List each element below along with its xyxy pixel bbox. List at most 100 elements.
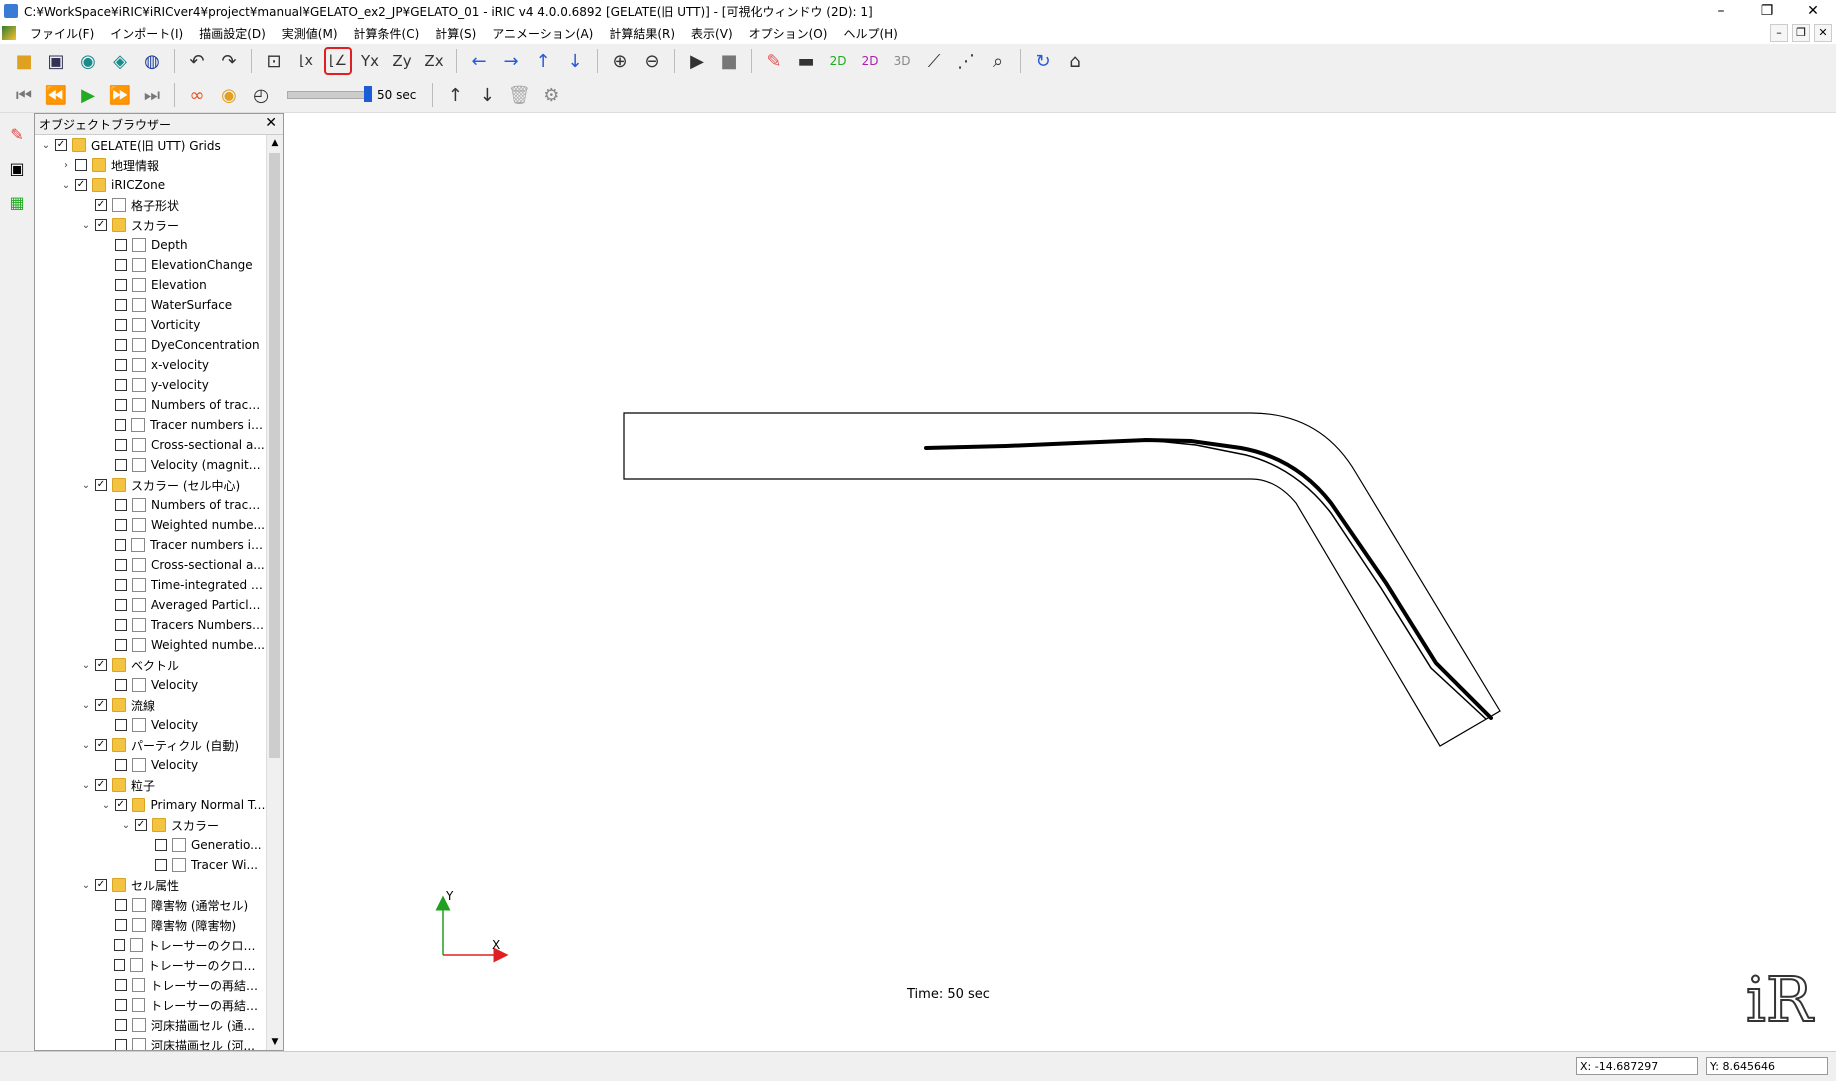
- xy-plot-angle-icon[interactable]: ⌊∠: [324, 47, 352, 75]
- save-icon[interactable]: ▣: [42, 47, 70, 75]
- menu-animation[interactable]: アニメーション(A): [484, 25, 601, 42]
- visualization-canvas[interactable]: Y X Time: 50 sec iR: [286, 113, 1836, 1051]
- tree-item-checkbox[interactable]: [113, 959, 125, 971]
- tree-item-checkbox[interactable]: [114, 619, 127, 631]
- tree-item[interactable]: Weighted numbe...: [35, 515, 267, 535]
- tree-item-checkbox[interactable]: [115, 919, 127, 931]
- tree-item[interactable]: Elevation: [35, 275, 267, 295]
- view-zx-icon[interactable]: Zx: [420, 47, 448, 75]
- tree-item-checkbox[interactable]: [115, 1019, 127, 1031]
- tree-item-checkbox[interactable]: [155, 839, 167, 851]
- tree-item[interactable]: Averaged Particle...: [35, 595, 267, 615]
- tree-item-checkbox[interactable]: ✓: [95, 479, 107, 491]
- tree-item-checkbox[interactable]: ✓: [95, 739, 107, 751]
- tree-scrollbar[interactable]: ▲ ▼: [266, 135, 283, 1050]
- menu-measured[interactable]: 実測値(M): [274, 25, 346, 42]
- tree-item[interactable]: トレーサーのクローニ...: [35, 955, 267, 975]
- arrow-left-icon[interactable]: ←: [465, 47, 493, 75]
- tree-item[interactable]: ✓ 格子形状: [35, 195, 267, 215]
- arrow-down-icon[interactable]: ↓: [561, 47, 589, 75]
- tree-item-checkbox[interactable]: [115, 399, 127, 411]
- tree-item-checkbox[interactable]: ✓: [95, 699, 107, 711]
- menu-import[interactable]: インポート(I): [102, 25, 191, 42]
- tree-item-checkbox[interactable]: ✓: [95, 199, 107, 211]
- pencil-icon[interactable]: ✎: [760, 47, 788, 75]
- tree-item[interactable]: Velocity: [35, 755, 267, 775]
- move-up-icon[interactable]: ↑: [441, 81, 469, 109]
- redo-icon[interactable]: ↷: [215, 47, 243, 75]
- timer-icon[interactable]: ◴: [247, 81, 275, 109]
- close-icon[interactable]: ✕: [265, 115, 277, 131]
- menu-file[interactable]: ファイル(F): [22, 25, 102, 42]
- follow-icon[interactable]: ◉: [215, 81, 243, 109]
- tree-item[interactable]: ⌄ ✓ スカラー: [35, 815, 267, 835]
- run-icon[interactable]: ▶: [683, 47, 711, 75]
- tree-item-checkbox[interactable]: ✓: [75, 179, 87, 191]
- last-frame-icon[interactable]: ⏭: [138, 81, 166, 109]
- graph-icon[interactable]: ⟋: [920, 47, 948, 75]
- find-icon[interactable]: ⌕: [984, 47, 1012, 75]
- tree-item-checkbox[interactable]: [155, 859, 167, 871]
- tree-item-checkbox[interactable]: [115, 899, 127, 911]
- expand-down-icon[interactable]: ⌄: [99, 800, 113, 811]
- tree-item-checkbox[interactable]: [114, 459, 127, 471]
- tree-item-checkbox[interactable]: [113, 939, 125, 951]
- tree-item-checkbox[interactable]: ✓: [95, 659, 107, 671]
- time-slider-thumb[interactable]: [364, 86, 372, 102]
- menu-calc-condition[interactable]: 計算条件(C): [346, 25, 428, 42]
- expand-down-icon[interactable]: ⌄: [79, 660, 93, 671]
- menu-results[interactable]: 計算結果(R): [601, 25, 683, 42]
- loop-icon[interactable]: ∞: [183, 81, 211, 109]
- tree-item[interactable]: Velocity (magnitu...: [35, 455, 267, 475]
- mdi-minimize-icon[interactable]: –: [1770, 24, 1788, 42]
- tree-item[interactable]: Tracer numbers in...: [35, 535, 267, 555]
- continuous-snapshot-icon[interactable]: ◈: [106, 47, 134, 75]
- tree-item[interactable]: Numbers of trace...: [35, 395, 267, 415]
- tree-item-checkbox[interactable]: [115, 1039, 127, 1050]
- scrollbar-thumb[interactable]: [269, 153, 280, 758]
- tree-item[interactable]: トレーサーの再結合...: [35, 995, 267, 1015]
- tree-item[interactable]: ⌄ ✓ セル属性: [35, 875, 267, 895]
- tree-item-checkbox[interactable]: ✓: [95, 779, 107, 791]
- tree-item[interactable]: 河床描画セル (河...: [35, 1035, 267, 1050]
- tree-item[interactable]: Depth: [35, 235, 267, 255]
- tree-item-checkbox[interactable]: [114, 599, 127, 611]
- expand-down-icon[interactable]: ⌄: [79, 780, 93, 791]
- view-yx-icon[interactable]: Yx: [356, 47, 384, 75]
- close-icon[interactable]: ✕: [1790, 0, 1836, 22]
- tree-item[interactable]: ⌄ ✓ Primary Normal Tr...: [35, 795, 267, 815]
- tree-item[interactable]: トレーサーの再結合...: [35, 975, 267, 995]
- reload-icon[interactable]: ↻: [1029, 47, 1057, 75]
- tree-item[interactable]: Weighted numbe...: [35, 635, 267, 655]
- tree-item[interactable]: ⌄ ✓ iRICZone: [35, 175, 267, 195]
- tree-item[interactable]: Velocity: [35, 715, 267, 735]
- tree-item-checkbox[interactable]: [115, 279, 127, 291]
- tree-item-checkbox[interactable]: [115, 299, 127, 311]
- tree-item[interactable]: ⌄ ✓ ベクトル: [35, 655, 267, 675]
- tree-item[interactable]: 障害物 (障害物): [35, 915, 267, 935]
- minimize-icon[interactable]: –: [1698, 0, 1744, 22]
- tree-item[interactable]: Vorticity: [35, 315, 267, 335]
- tree-item[interactable]: DyeConcentration: [35, 335, 267, 355]
- scroll-down-icon[interactable]: ▼: [267, 1034, 283, 1050]
- tree-item-checkbox[interactable]: ✓: [95, 879, 107, 891]
- first-frame-icon[interactable]: ⏮: [10, 81, 38, 109]
- tree-item-checkbox[interactable]: [114, 579, 127, 591]
- tree-item-checkbox[interactable]: [114, 979, 127, 991]
- tree-item[interactable]: y-velocity: [35, 375, 267, 395]
- expand-down-icon[interactable]: ⌄: [79, 880, 93, 891]
- tree-item-checkbox[interactable]: [115, 239, 127, 251]
- tree-item-checkbox[interactable]: ✓: [95, 219, 107, 231]
- scatter-icon[interactable]: ⋰: [952, 47, 980, 75]
- tree-item-checkbox[interactable]: [115, 759, 127, 771]
- console-icon[interactable]: ▬: [792, 47, 820, 75]
- color-map-icon[interactable]: ▦: [4, 189, 30, 215]
- tree-item[interactable]: WaterSurface: [35, 295, 267, 315]
- arrow-up-icon[interactable]: ↑: [529, 47, 557, 75]
- post-2d-icon[interactable]: 2D: [824, 47, 852, 75]
- tree-item[interactable]: x-velocity: [35, 355, 267, 375]
- mouse-icon[interactable]: ⌂: [1061, 47, 1089, 75]
- time-slider[interactable]: [287, 86, 372, 102]
- tree-item[interactable]: トレーサーのクローニ...: [35, 935, 267, 955]
- tree-item[interactable]: ⌄ ✓ スカラー: [35, 215, 267, 235]
